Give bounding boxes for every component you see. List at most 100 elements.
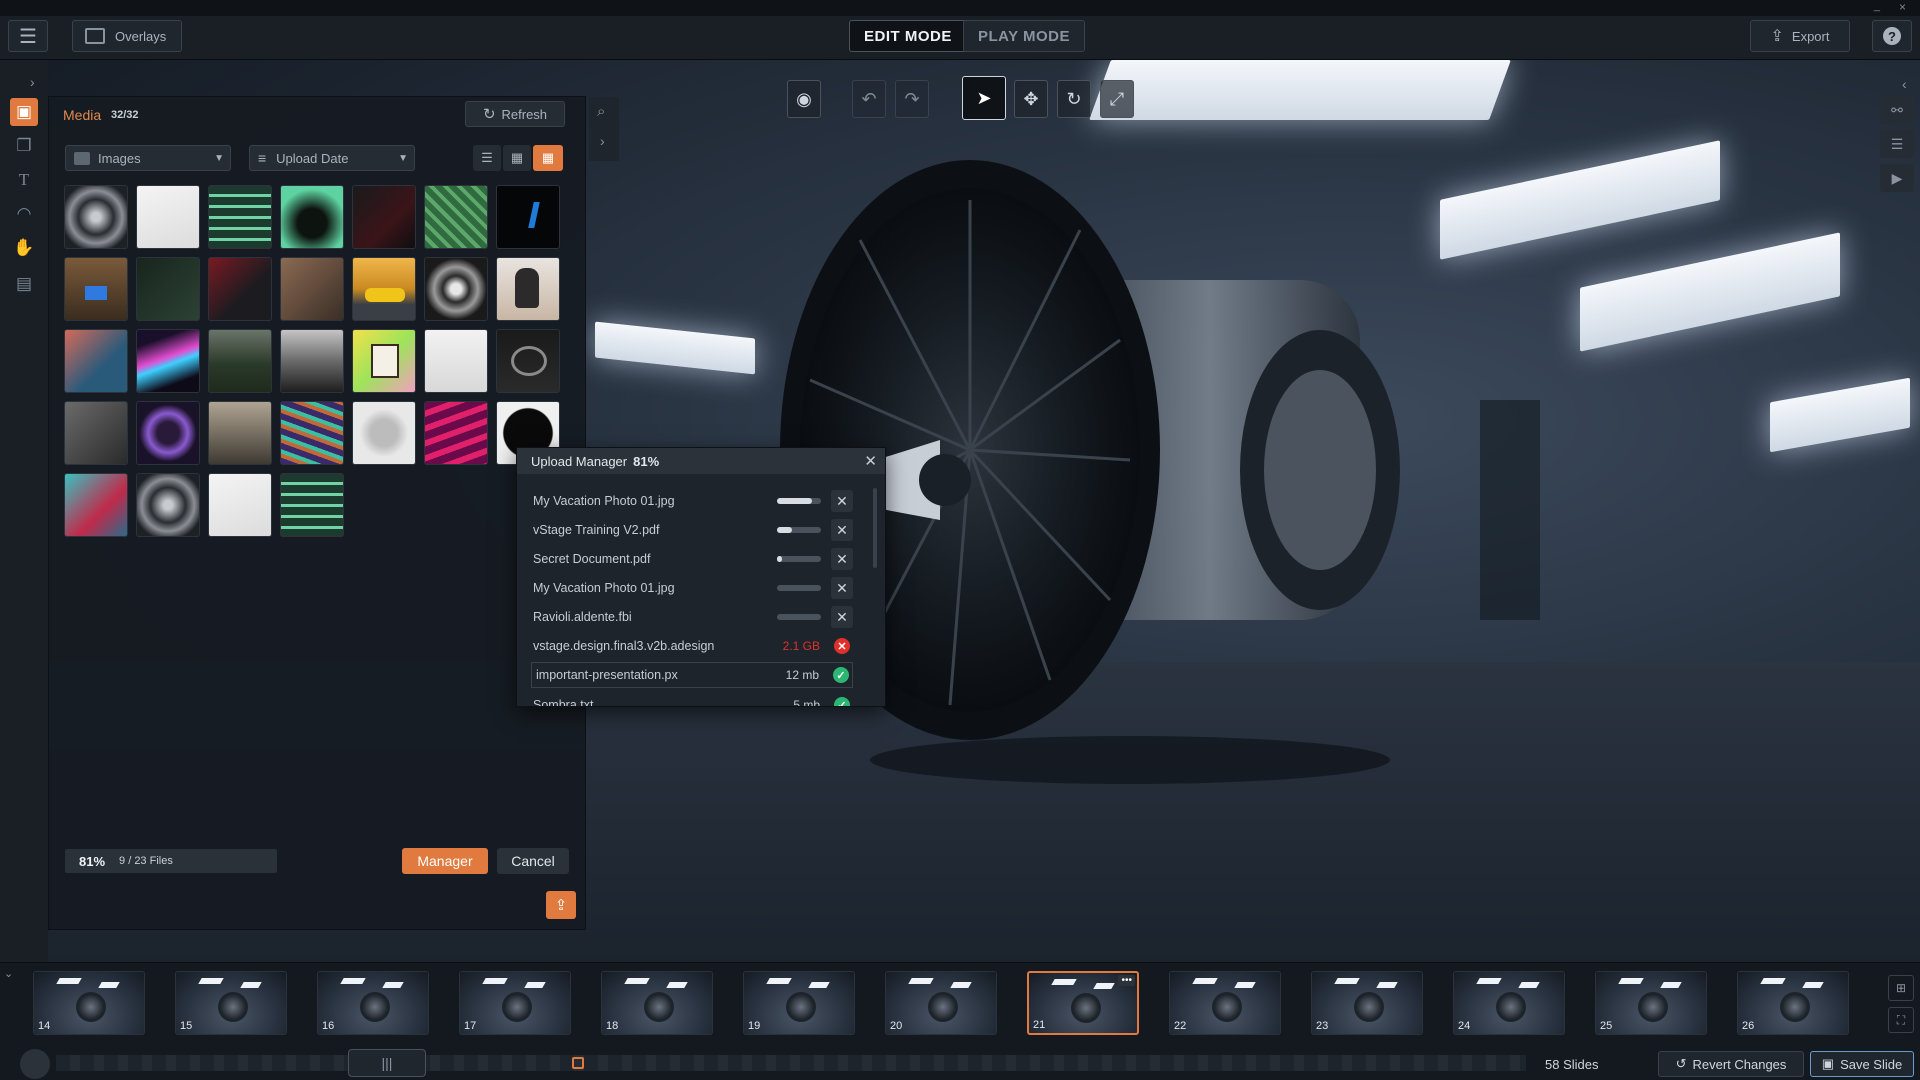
media-thumbnail[interactable] [352, 257, 416, 321]
rotate-icon[interactable]: ↻ [1057, 80, 1091, 118]
manager-button[interactable]: Manager [402, 848, 488, 874]
close-window-button[interactable]: × [1899, 0, 1906, 14]
slide-thumbnail[interactable]: 18 [601, 971, 713, 1035]
collapse-chevron-icon[interactable]: ‹ [1902, 76, 1907, 92]
save-slide-button[interactable]: ▣ Save Slide [1810, 1051, 1914, 1077]
fullscreen-icon[interactable]: ⛶ [1888, 1007, 1914, 1033]
chevron-right-icon[interactable]: › [600, 133, 605, 149]
main-menu-button[interactable]: ☰ [8, 20, 48, 52]
media-thumbnail[interactable] [352, 401, 416, 465]
media-tool-icon[interactable]: ▣ [10, 98, 38, 126]
slide-thumbnail[interactable]: 17 [459, 971, 571, 1035]
briefcase-icon[interactable]: ▤ [10, 270, 38, 298]
timeline-toggle-icon[interactable] [20, 1049, 50, 1079]
sliders-icon[interactable]: ☰ [1880, 130, 1914, 158]
play-forward-icon[interactable]: ▶ [1880, 164, 1914, 192]
export-button[interactable]: ⇪ Export [1750, 20, 1850, 52]
media-thumbnail[interactable] [280, 329, 344, 393]
error-icon: ✕ [834, 638, 850, 654]
chevron-down-icon[interactable]: ⌄ [4, 967, 13, 980]
hand-icon[interactable]: ✋ [10, 234, 38, 262]
layers-icon[interactable]: ❐ [10, 132, 38, 160]
media-thumbnail[interactable] [424, 401, 488, 465]
move-axis-icon[interactable]: ✥ [1014, 80, 1048, 118]
slide-thumbnail[interactable]: 19 [743, 971, 855, 1035]
search-icon[interactable]: ⌕ [597, 103, 605, 120]
media-thumbnail[interactable] [208, 401, 272, 465]
minimize-button[interactable]: _ [1874, 0, 1880, 12]
cancel-upload-button[interactable]: ✕ [831, 577, 853, 599]
refresh-button[interactable]: ↻ Refresh [465, 101, 565, 127]
media-thumbnail[interactable] [208, 329, 272, 393]
media-thumbnail[interactable] [208, 473, 272, 537]
slide-thumbnail[interactable]: 15 [175, 971, 287, 1035]
slide-thumbnail[interactable]: 26 [1737, 971, 1849, 1035]
close-icon[interactable]: ✕ [864, 452, 877, 470]
help-button[interactable]: ? [1872, 20, 1912, 52]
media-thumbnail[interactable] [136, 185, 200, 249]
media-thumbnail[interactable] [352, 329, 416, 393]
expand-chevron-icon[interactable]: › [30, 74, 35, 90]
undo-icon[interactable]: ↶ [852, 80, 886, 118]
revert-changes-button[interactable]: ↺ Revert Changes [1658, 1051, 1804, 1077]
list-view-icon[interactable]: ☰ [473, 145, 501, 171]
cancel-upload-button[interactable]: ✕ [831, 519, 853, 541]
nodes-icon[interactable]: ⚯ [1880, 96, 1914, 124]
scale-icon[interactable]: ⤢ [1100, 80, 1134, 118]
media-type-select[interactable]: Images ▼ [65, 145, 231, 171]
media-thumbnail[interactable] [280, 473, 344, 537]
slide-thumbnail[interactable]: 20 [885, 971, 997, 1035]
media-thumbnail[interactable] [424, 185, 488, 249]
media-thumbnail[interactable] [64, 473, 128, 537]
upload-icon[interactable]: ⇪ [546, 891, 576, 919]
slide-thumbnail[interactable]: 24 [1453, 971, 1565, 1035]
media-thumbnail[interactable] [136, 473, 200, 537]
sort-select[interactable]: ≡ Upload Date ▼ [249, 145, 415, 171]
scrollbar[interactable] [873, 488, 877, 568]
cancel-upload-button[interactable]: ✕ [831, 490, 853, 512]
media-thumbnail[interactable] [280, 185, 344, 249]
media-thumbnail[interactable] [424, 329, 488, 393]
compact-grid-icon[interactable]: ▦ [533, 145, 563, 171]
redo-icon[interactable]: ↷ [895, 80, 929, 118]
media-thumbnail[interactable] [64, 185, 128, 249]
slide-thumbnail[interactable]: 25 [1595, 971, 1707, 1035]
media-thumbnail[interactable] [280, 401, 344, 465]
more-options-icon[interactable]: ••• [1118, 975, 1135, 986]
slide-thumbnail[interactable]: 22 [1169, 971, 1281, 1035]
slide-thumbnail-active[interactable]: 21 ••• [1027, 971, 1139, 1035]
media-thumbnail[interactable] [136, 401, 200, 465]
select-arrow-icon[interactable]: ➤ [962, 76, 1006, 120]
media-thumbnail[interactable] [280, 257, 344, 321]
text-tool-icon[interactable]: T [10, 166, 38, 194]
media-thumbnail[interactable] [136, 257, 200, 321]
cancel-upload-button[interactable]: ✕ [831, 606, 853, 628]
cancel-button[interactable]: Cancel [497, 848, 569, 874]
overlays-button[interactable]: Overlays [72, 20, 182, 52]
media-thumbnail[interactable] [352, 185, 416, 249]
media-thumbnail[interactable] [496, 329, 560, 393]
timeline-scrubber[interactable]: ||| [348, 1049, 426, 1077]
media-thumbnail[interactable] [64, 401, 128, 465]
media-thumbnail[interactable] [64, 257, 128, 321]
media-thumbnail[interactable] [64, 329, 128, 393]
edit-mode-button[interactable]: EDIT MODE [849, 20, 967, 52]
timeline-track[interactable] [56, 1055, 1526, 1071]
media-thumbnail[interactable] [136, 329, 200, 393]
timeline-marker[interactable] [572, 1057, 584, 1069]
media-thumbnail[interactable] [208, 185, 272, 249]
play-mode-button[interactable]: PLAY MODE [963, 20, 1086, 52]
slide-number: 18 [606, 1020, 619, 1032]
shape-tool-icon[interactable]: ◠ [10, 200, 38, 228]
add-slide-icon[interactable]: ⊞ [1888, 975, 1914, 1001]
media-thumbnail[interactable] [496, 257, 560, 321]
media-thumbnail[interactable] [496, 185, 560, 249]
slide-thumbnail[interactable]: 23 [1311, 971, 1423, 1035]
media-thumbnail[interactable] [208, 257, 272, 321]
cancel-upload-button[interactable]: ✕ [831, 548, 853, 570]
slide-thumbnail[interactable]: 14 [33, 971, 145, 1035]
slide-thumbnail[interactable]: 16 [317, 971, 429, 1035]
eye-icon[interactable]: ◉ [787, 80, 821, 118]
grid-view-icon[interactable]: ▦ [503, 145, 531, 171]
media-thumbnail[interactable] [424, 257, 488, 321]
